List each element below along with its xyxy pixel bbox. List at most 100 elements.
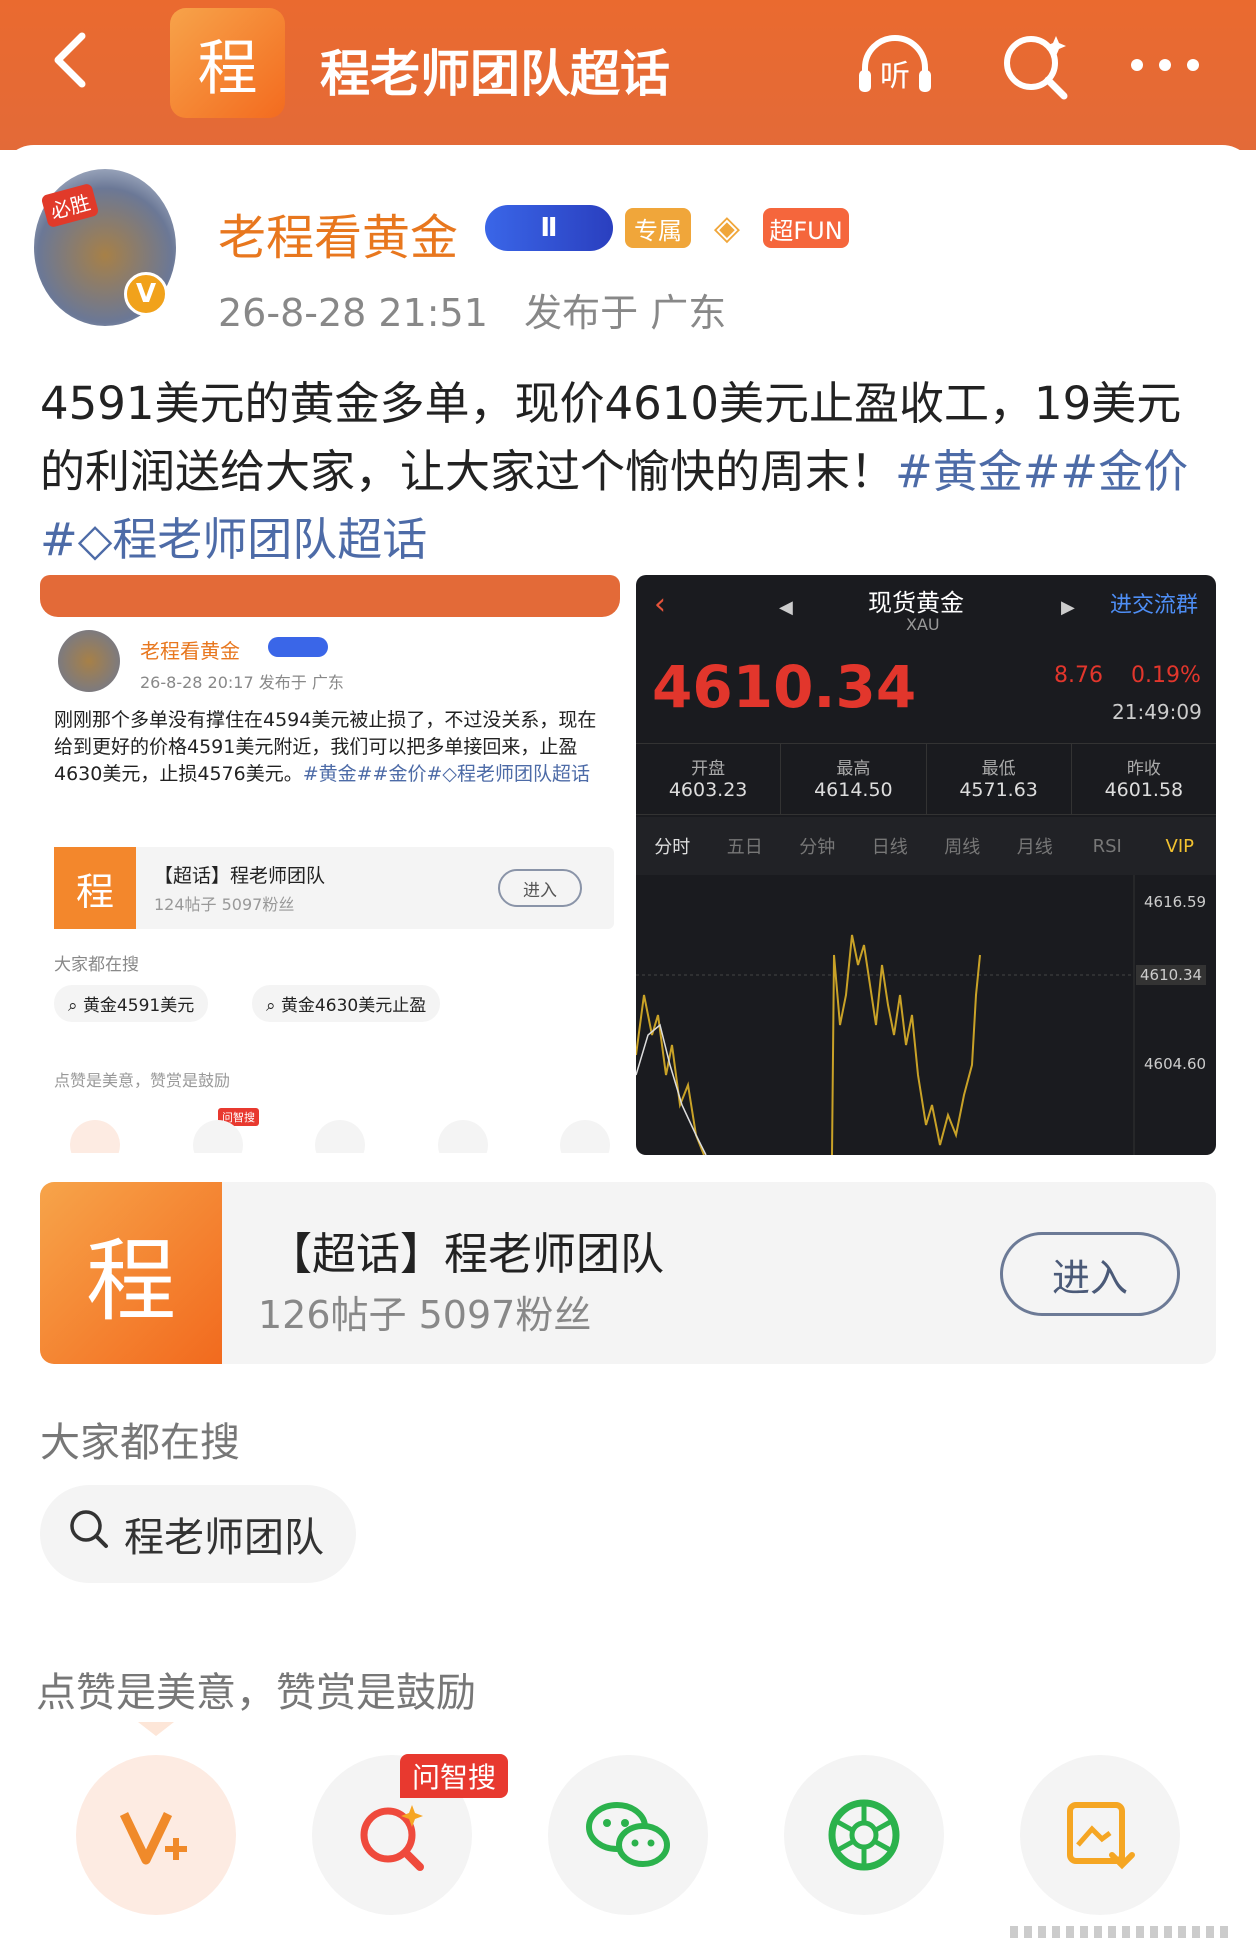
post-location: 发布于 广东 bbox=[524, 291, 727, 335]
avatar[interactable]: 必胜 V bbox=[30, 165, 180, 330]
shot2-tab: 分钟 bbox=[799, 837, 836, 858]
shot2-stat-value: 4601.58 bbox=[1104, 779, 1184, 801]
topic-card[interactable]: 程 【超话】程老师团队 126帖子 5097粉丝 进入 bbox=[40, 1182, 1216, 1364]
shot2-stat: 最低 4571.63 bbox=[927, 744, 1072, 814]
topic-logo[interactable]: 程 bbox=[170, 8, 285, 118]
v-plus-icon bbox=[119, 1812, 187, 1865]
shot2-change: 8.76 bbox=[1054, 663, 1103, 688]
shot1-likes: 点赞是美意，赞赏是鼓励 bbox=[54, 1071, 231, 1090]
shot2-axis-low: 4604.60 bbox=[1144, 1055, 1207, 1073]
screenshot-image-1[interactable]: 老程看黄金 26-8-28 20:17 发布于 广东 刚刚那个多单没有撑住在45… bbox=[40, 575, 620, 1153]
moments-icon bbox=[828, 1799, 900, 1871]
shot2-tabs: 分时 五日 分钟 日线 周线 月线 RSI VIP bbox=[636, 817, 1216, 875]
page-title: 程老师团队超话 bbox=[320, 45, 670, 103]
tooltip-arrow bbox=[138, 1722, 174, 1736]
shot1-author: 老程看黄金 bbox=[140, 639, 240, 663]
search-section-title: 大家都在搜 bbox=[40, 1420, 240, 1466]
fun-badge[interactable]: 超FUN bbox=[763, 208, 849, 248]
shot2-join: 进交流群 bbox=[1110, 593, 1199, 618]
diamond-icon[interactable]: ◈ bbox=[703, 208, 751, 248]
shot2-axis-top: 4616.59 bbox=[1144, 893, 1207, 911]
shot1-card-button: 进入 bbox=[498, 869, 582, 907]
shot2-tab: 周线 bbox=[944, 837, 981, 858]
shot1-topic-card: 程 【超话】程老师团队 124帖子 5097粉丝 进入 bbox=[54, 847, 614, 929]
shot2-stat: 最高 4614.50 bbox=[781, 744, 927, 814]
search-icon bbox=[68, 1508, 110, 1560]
exclusive-badge[interactable]: 专属 bbox=[625, 208, 691, 248]
shot1-card-logo: 程 bbox=[54, 847, 136, 929]
shot1-search-label: 大家都在搜 bbox=[54, 955, 139, 975]
wechat-share-button[interactable] bbox=[548, 1755, 708, 1915]
ask-search-badge: 问智搜 bbox=[400, 1754, 509, 1798]
shot1-meta: 26-8-28 20:17 发布于 广东 bbox=[140, 673, 344, 692]
shot1-avatar bbox=[58, 630, 120, 692]
shot1-card-sub: 124帖子 5097粉丝 bbox=[154, 895, 295, 914]
shot2-stat-value: 4603.23 bbox=[668, 779, 748, 801]
search-icon[interactable] bbox=[995, 30, 1075, 100]
shot1-share-icon bbox=[560, 1120, 610, 1153]
shot2-stat-value: 4571.63 bbox=[959, 779, 1038, 801]
post-body: 4591美元的黄金多单，现价4610美元止盈收工，19美元的利润送给大家，让大家… bbox=[40, 370, 1220, 574]
topic-card-stats: 126帖子 5097粉丝 bbox=[258, 1293, 592, 1337]
shot2-axis-mid: 4610.34 bbox=[1136, 965, 1207, 985]
shot2-stat-value: 4614.50 bbox=[814, 779, 893, 801]
post-meta: 26-8-28 21:51 发布于 广东 bbox=[218, 282, 726, 337]
shot2-stat-label: 昨收 bbox=[1126, 759, 1161, 779]
wechat-icon bbox=[586, 1802, 670, 1867]
shot2-stat-label: 最高 bbox=[836, 759, 871, 779]
shot1-share-icon bbox=[192, 1120, 243, 1153]
author-badges: Ⅱ 专属 ◈ 超FUN bbox=[485, 205, 849, 251]
svg-text:听: 听 bbox=[880, 59, 910, 94]
ai-search-icon bbox=[360, 1805, 424, 1871]
shot2-stat: 昨收 4601.58 bbox=[1072, 744, 1216, 814]
shot2-stat-label: 最低 bbox=[981, 759, 1016, 779]
search-suggestion-text: 程老师团队 bbox=[124, 1515, 324, 1561]
shot1-search-2: ⌕ 黄金4630美元止盈 bbox=[252, 985, 441, 1022]
shot2-stat: 开盘 4603.23 bbox=[636, 744, 782, 814]
vip-reward-button[interactable] bbox=[76, 1755, 236, 1915]
shot2-title: 现货黄金 bbox=[868, 589, 964, 617]
shot2-stats: 开盘 4603.23 最高 4614.50 最低 4571.63 昨收 4601.58 bbox=[636, 743, 1216, 815]
shot2-tab: 日线 bbox=[871, 837, 908, 858]
shot2-tab: RSI bbox=[1092, 835, 1122, 857]
shot2-code: XAU bbox=[906, 615, 940, 634]
enter-button[interactable]: 进入 bbox=[1000, 1232, 1180, 1316]
shot2-next-icon: ▶ bbox=[1061, 597, 1075, 618]
shot1-whale-icon bbox=[268, 637, 328, 657]
back-icon[interactable] bbox=[44, 30, 104, 90]
shot1-share-icon bbox=[315, 1120, 365, 1153]
shot2-clock: 21:49:09 bbox=[1112, 700, 1202, 724]
shot2-back-icon: ‹ bbox=[654, 587, 666, 622]
shot2-tab: 分时 bbox=[654, 837, 691, 858]
verified-icon: V bbox=[124, 272, 168, 316]
shot1-search-2-text: 黄金4630美元止盈 bbox=[280, 996, 427, 1016]
more-icon[interactable] bbox=[1125, 30, 1205, 100]
shot1-share-icon bbox=[70, 1120, 120, 1153]
search-suggestion[interactable]: 程老师团队 bbox=[40, 1485, 356, 1583]
listen-icon[interactable]: 听 bbox=[855, 30, 935, 100]
shot2-tab: 五日 bbox=[726, 837, 763, 858]
topic-card-logo: 程 bbox=[40, 1182, 222, 1364]
author-name[interactable]: 老程看黄金 bbox=[218, 198, 458, 268]
likes-text: 点赞是美意，赞赏是鼓励 bbox=[36, 1670, 476, 1716]
top-bar: 程 程老师团队超话 听 bbox=[0, 0, 1256, 150]
shot2-stat-label: 开盘 bbox=[691, 759, 726, 779]
shot1-tags: #黄金##金价#◇程老师团队超话 bbox=[302, 763, 591, 785]
shot2-tab: VIP bbox=[1165, 835, 1194, 857]
moments-share-button[interactable] bbox=[784, 1755, 944, 1915]
shot1-search-1-text: 黄金4591美元 bbox=[82, 996, 195, 1016]
shot2-price: 4610.34 bbox=[652, 653, 917, 721]
shot1-share-icon bbox=[437, 1120, 488, 1153]
post-time: 26-8-28 21:51 bbox=[218, 291, 488, 335]
shot2-pct: 0.19% bbox=[1131, 663, 1201, 688]
save-image-button[interactable] bbox=[1020, 1755, 1180, 1915]
home-indicator bbox=[1010, 1926, 1230, 1938]
whale-badge-icon[interactable]: Ⅱ bbox=[485, 205, 613, 251]
topic-card-title: 【超话】程老师团队 bbox=[268, 1229, 664, 1280]
screenshot-image-2[interactable]: ‹ ◀ 现货黄金 XAU ▶ 进交流群 4610.34 8.76 0.19% 2… bbox=[636, 575, 1216, 1155]
shot2-prev-icon: ◀ bbox=[779, 597, 793, 618]
shot1-search-1: ⌕ 黄金4591美元 bbox=[54, 985, 209, 1022]
save-image-icon bbox=[1067, 1802, 1135, 1870]
shot1-text: 刚刚那个多单没有撑住在4594美元被止损了，不过没关系，现在给到更好的价格459… bbox=[54, 707, 604, 788]
shot1-share-row bbox=[70, 1120, 610, 1153]
